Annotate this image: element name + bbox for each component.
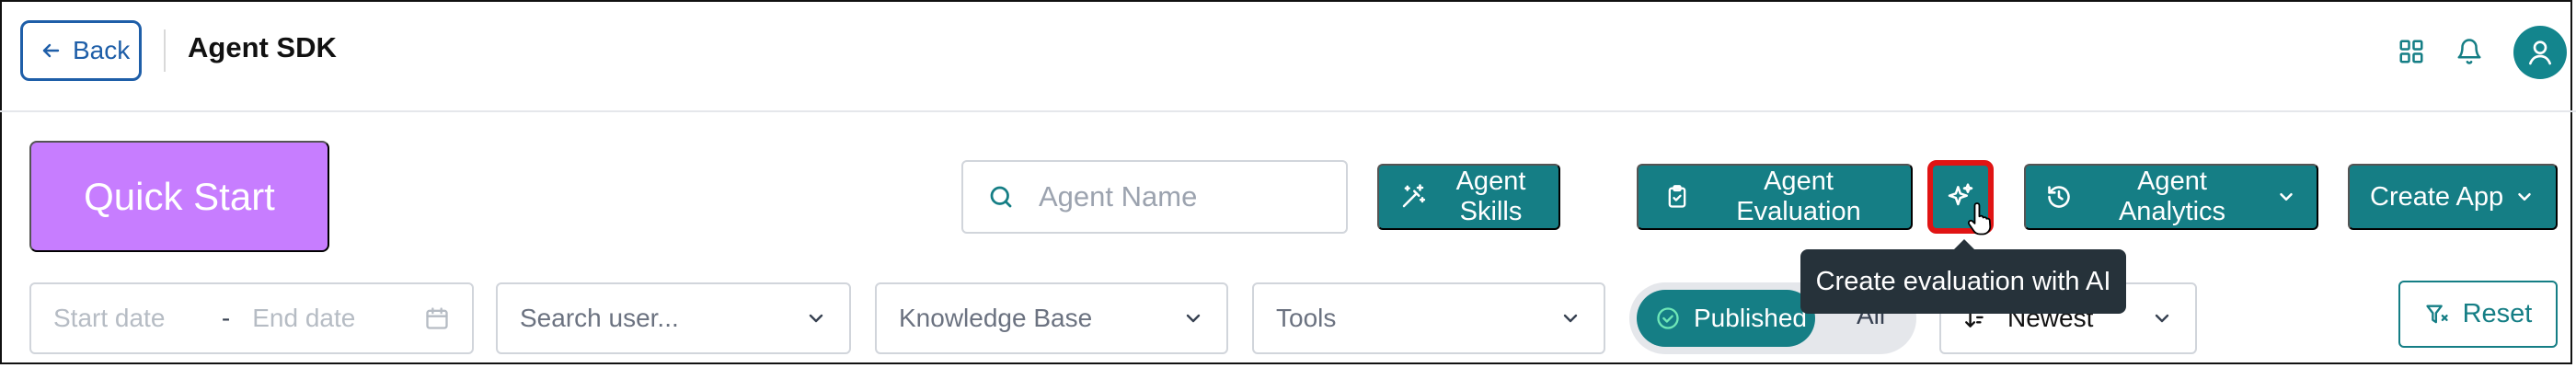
- clipboard-check-icon: [1664, 183, 1690, 211]
- grid-icon[interactable]: [2393, 33, 2430, 70]
- ai-evaluation-tooltip: Create evaluation with AI: [1800, 249, 2126, 314]
- history-icon: [2046, 184, 2072, 210]
- chevron-down-icon: [805, 307, 827, 329]
- status-toggle-published[interactable]: Published: [1637, 290, 1815, 347]
- search-icon: [987, 183, 1015, 211]
- header-divider: [0, 110, 2576, 112]
- arrow-left-icon: [40, 40, 62, 62]
- start-date-input[interactable]: Start date: [53, 304, 222, 333]
- agent-evaluation-button[interactable]: Agent Evaluation: [1637, 164, 1913, 230]
- chevron-down-icon: [1182, 307, 1204, 329]
- end-date-input[interactable]: End date: [252, 304, 424, 333]
- agent-analytics-label: Agent Analytics: [2118, 167, 2226, 226]
- chevron-down-icon: [2514, 187, 2535, 207]
- agent-evaluation-label: Agent Evaluation: [1736, 167, 1861, 226]
- knowledge-base-placeholder: Knowledge Base: [899, 304, 1093, 332]
- chevron-down-icon: [2151, 307, 2173, 329]
- back-button-label: Back: [73, 36, 131, 64]
- chevron-down-icon: [2276, 187, 2296, 207]
- agent-analytics-dropdown[interactable]: Agent Analytics: [2024, 164, 2318, 230]
- reset-button[interactable]: Reset: [2398, 281, 2558, 348]
- hand-cursor-icon: [1967, 202, 1993, 236]
- reset-label: Reset: [2462, 299, 2533, 328]
- tools-select[interactable]: Tools: [1252, 282, 1605, 354]
- agent-skills-label: Agent Skills: [1455, 167, 1526, 226]
- quick-start-button[interactable]: Quick Start: [29, 141, 329, 252]
- check-circle-icon: [1655, 305, 1681, 331]
- bell-icon[interactable]: [2451, 33, 2488, 70]
- published-label: Published: [1694, 304, 1807, 332]
- agent-name-input[interactable]: [1037, 179, 1335, 214]
- avatar[interactable]: [2513, 26, 2567, 79]
- page-title: Agent SDK: [188, 31, 337, 63]
- create-app-dropdown[interactable]: Create App: [2348, 164, 2558, 230]
- agent-skills-button[interactable]: Agent Skills: [1377, 164, 1560, 230]
- search-user-placeholder: Search user...: [520, 304, 679, 332]
- agent-search-box[interactable]: [961, 160, 1348, 234]
- calendar-icon: [424, 305, 450, 331]
- create-app-label: Create App: [2370, 181, 2504, 212]
- magic-wand-icon: [1399, 183, 1427, 211]
- knowledge-base-select[interactable]: Knowledge Base: [875, 282, 1228, 354]
- date-range-picker[interactable]: Start date - End date: [29, 282, 474, 354]
- user-icon: [2525, 38, 2555, 67]
- filter-reset-icon: [2424, 302, 2450, 328]
- header-separator: [164, 29, 166, 72]
- date-range-separator: -: [221, 304, 231, 332]
- chevron-down-icon: [1559, 307, 1581, 329]
- tools-placeholder: Tools: [1276, 304, 1337, 332]
- back-button[interactable]: Back: [20, 20, 142, 81]
- search-user-select[interactable]: Search user...: [496, 282, 851, 354]
